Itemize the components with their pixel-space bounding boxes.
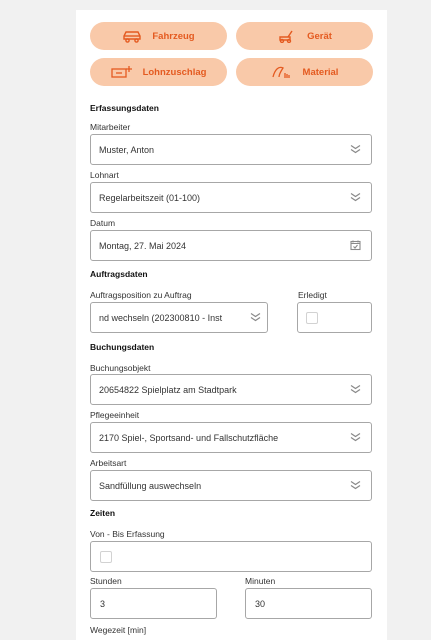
wegezeit-label: Wegezeit [min] — [90, 625, 147, 635]
stunden-value: 3 — [100, 598, 106, 609]
section-erfassungsdaten: Erfassungsdaten — [90, 103, 159, 113]
datum-label: Datum — [90, 218, 116, 228]
vonbis-checkbox[interactable] — [100, 551, 112, 563]
section-auftragsdaten: Auftragsdaten — [90, 269, 148, 279]
lohnzuschlag-button[interactable]: Lohnzuschlag — [90, 58, 227, 86]
section-buchungsdaten: Buchungsdaten — [90, 342, 155, 352]
pflegeeinheit-select[interactable]: 2170 Spiel-, Sportsand- und Fallschutzfl… — [90, 422, 372, 453]
erledigt-label: Erledigt — [298, 290, 327, 300]
pflegeeinheit-value: 2170 Spiel-, Sportsand- und Fallschutzfl… — [99, 432, 279, 443]
material-button[interactable]: Material — [236, 58, 373, 86]
arbeitsart-value: Sandfüllung auswechseln — [99, 480, 202, 491]
erledigt-box — [297, 302, 372, 333]
erledigt-checkbox[interactable] — [306, 312, 318, 324]
lohnzuschlag-button-label: Lohnzuschlag — [142, 66, 207, 78]
buchungsobjekt-value: 20654822 Spielplatz am Stadtpark — [99, 384, 237, 395]
stunden-label: Stunden — [90, 576, 122, 586]
arbeitsart-select[interactable]: Sandfüllung auswechseln — [90, 470, 372, 501]
datum-value: Montag, 27. Mai 2024 — [99, 240, 187, 251]
double-chevron-down-icon — [350, 384, 361, 395]
double-chevron-down-icon — [350, 192, 361, 203]
mitarbeiter-value: Muster, Anton — [99, 144, 155, 155]
fahrzeug-button-label: Fahrzeug — [152, 30, 195, 42]
calendar-icon[interactable] — [350, 239, 361, 252]
section-zeiten: Zeiten — [90, 508, 116, 518]
geraet-button[interactable]: Gerät — [236, 22, 373, 50]
datum-picker[interactable]: Montag, 27. Mai 2024 — [90, 230, 372, 261]
auftragsposition-select[interactable]: nd wechseln (202300810 - Inst — [90, 302, 268, 333]
arbeitsart-label: Arbeitsart — [90, 458, 127, 468]
vonbis-label: Von - Bis Erfassung — [90, 529, 165, 539]
double-chevron-down-icon — [350, 144, 361, 155]
minuten-label: Minuten — [245, 576, 276, 586]
fahrzeug-button[interactable]: Fahrzeug — [90, 22, 227, 50]
buchungsobjekt-label: Buchungsobjekt — [90, 363, 151, 373]
auftragsposition-label: Auftragsposition zu Auftrag — [90, 290, 192, 300]
mitarbeiter-select[interactable]: Muster, Anton — [90, 134, 372, 165]
geraet-button-label: Gerät — [307, 30, 332, 42]
stunden-input[interactable]: 3 — [90, 588, 217, 619]
minuten-value: 30 — [255, 598, 266, 609]
car-icon — [122, 30, 142, 43]
mitarbeiter-label: Mitarbeiter — [90, 122, 131, 132]
material-button-label: Material — [302, 66, 339, 78]
booking-form-page: Fahrzeug Gerät Lohnzuschlag Material Erf… — [76, 10, 387, 640]
double-chevron-down-icon — [350, 432, 361, 443]
mower-icon — [277, 30, 297, 43]
money-plus-icon — [110, 65, 133, 79]
vonbis-box — [90, 541, 372, 572]
lohnart-label: Lohnart — [90, 170, 119, 180]
lohnart-select[interactable]: Regelarbeitszeit (01-100) — [90, 182, 372, 213]
buchungsobjekt-select[interactable]: 20654822 Spielplatz am Stadtpark — [90, 374, 372, 405]
pflegeeinheit-label: Pflegeeinheit — [90, 410, 140, 420]
auftragsposition-value: nd wechseln (202300810 - Inst — [99, 312, 223, 323]
double-chevron-down-icon — [250, 312, 261, 323]
double-chevron-down-icon — [350, 480, 361, 491]
minuten-input[interactable]: 30 — [245, 588, 372, 619]
material-icon — [271, 65, 293, 79]
lohnart-value: Regelarbeitszeit (01-100) — [99, 192, 201, 203]
